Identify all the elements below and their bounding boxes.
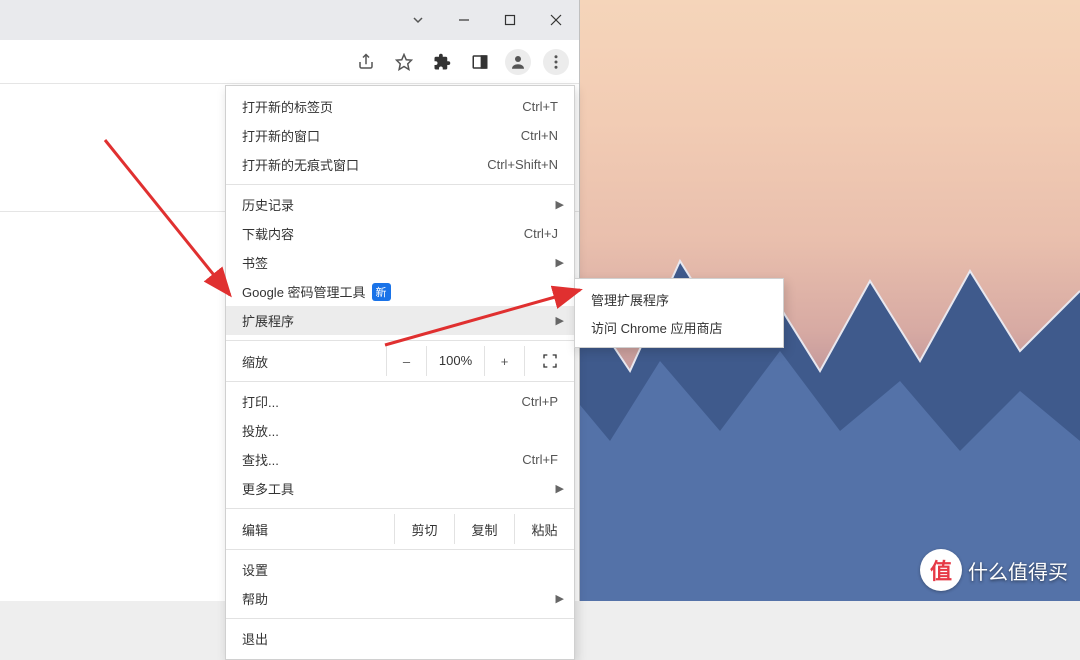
menu-help[interactable]: 帮助 ▶: [226, 584, 574, 613]
menu-new-tab[interactable]: 打开新的标签页 Ctrl+T: [226, 92, 574, 121]
menu-label: 帮助: [242, 589, 268, 608]
fullscreen-button[interactable]: [524, 346, 574, 376]
menu-bookmarks[interactable]: 书签 ▶: [226, 248, 574, 277]
edit-copy-button[interactable]: 复制: [454, 514, 514, 544]
new-badge: 新: [372, 283, 391, 301]
menu-label: Google 密码管理工具: [242, 282, 366, 301]
submenu-manage-extensions[interactable]: 管理扩展程序: [575, 285, 783, 313]
menu-separator: [226, 184, 574, 185]
menu-new-window[interactable]: 打开新的窗口 Ctrl+N: [226, 121, 574, 150]
menu-label: 缩放: [242, 352, 268, 371]
share-icon[interactable]: [353, 49, 379, 75]
smzdm-watermark: 值 什么值得买: [920, 549, 1068, 591]
chevron-right-icon: ▶: [556, 482, 564, 495]
extensions-icon[interactable]: [429, 49, 455, 75]
menu-shortcut: Ctrl+T: [522, 99, 558, 114]
edit-paste-button[interactable]: 粘贴: [514, 514, 574, 544]
zoom-out-button[interactable]: –: [386, 346, 426, 376]
menu-separator: [226, 381, 574, 382]
window-dropdown-icon[interactable]: [395, 0, 441, 40]
menu-passwords[interactable]: Google 密码管理工具 新: [226, 277, 574, 306]
menu-cast[interactable]: 投放...: [226, 416, 574, 445]
menu-history[interactable]: 历史记录 ▶: [226, 190, 574, 219]
menu-label: 退出: [242, 629, 268, 648]
edit-cut-button[interactable]: 剪切: [394, 514, 454, 544]
menu-edit-row: 编辑 剪切 复制 粘贴: [226, 514, 574, 544]
menu-separator: [226, 508, 574, 509]
window-close-button[interactable]: [533, 0, 579, 40]
menu-exit[interactable]: 退出: [226, 624, 574, 653]
menu-incognito[interactable]: 打开新的无痕式窗口 Ctrl+Shift+N: [226, 150, 574, 179]
menu-zoom: 缩放 – 100% +: [226, 346, 574, 376]
window-maximize-button[interactable]: [487, 0, 533, 40]
menu-label: 编辑: [242, 520, 268, 539]
star-icon[interactable]: [391, 49, 417, 75]
menu-extensions[interactable]: 扩展程序 ▶: [226, 306, 574, 335]
chevron-right-icon: ▶: [556, 198, 564, 211]
watermark-text: 什么值得买: [968, 556, 1068, 585]
menu-print[interactable]: 打印... Ctrl+P: [226, 387, 574, 416]
chrome-main-menu: 打开新的标签页 Ctrl+T 打开新的窗口 Ctrl+N 打开新的无痕式窗口 C…: [225, 85, 575, 660]
menu-shortcut: Ctrl+P: [522, 394, 558, 409]
chevron-right-icon: ▶: [556, 592, 564, 605]
chevron-right-icon: ▶: [556, 314, 564, 327]
menu-label: 访问 Chrome 应用商店: [591, 318, 722, 337]
window-titlebar: [0, 0, 579, 40]
menu-label: 查找...: [242, 450, 279, 469]
menu-label: 打印...: [242, 392, 279, 411]
menu-downloads[interactable]: 下载内容 Ctrl+J: [226, 219, 574, 248]
more-menu-icon[interactable]: [543, 49, 569, 75]
menu-label: 下载内容: [242, 224, 294, 243]
menu-label: 扩展程序: [242, 311, 294, 330]
menu-label: 打开新的窗口: [242, 126, 320, 145]
window-minimize-button[interactable]: [441, 0, 487, 40]
menu-label: 管理扩展程序: [591, 290, 669, 309]
profile-icon[interactable]: [505, 49, 531, 75]
menu-shortcut: Ctrl+Shift+N: [487, 157, 558, 172]
menu-label: 书签: [242, 253, 268, 272]
menu-label: 历史记录: [242, 195, 294, 214]
menu-settings[interactable]: 设置: [226, 555, 574, 584]
watermark-logo: 值: [920, 549, 962, 591]
chevron-right-icon: ▶: [556, 256, 564, 269]
menu-find[interactable]: 查找... Ctrl+F: [226, 445, 574, 474]
submenu-chrome-webstore[interactable]: 访问 Chrome 应用商店: [575, 313, 783, 341]
menu-label: 更多工具: [242, 479, 294, 498]
sidepanel-icon[interactable]: [467, 49, 493, 75]
menu-label: 打开新的标签页: [242, 97, 333, 116]
menu-separator: [226, 549, 574, 550]
menu-shortcut: Ctrl+J: [524, 226, 558, 241]
menu-label: 打开新的无痕式窗口: [242, 155, 359, 174]
menu-more-tools[interactable]: 更多工具 ▶: [226, 474, 574, 503]
menu-separator: [226, 618, 574, 619]
menu-label: 投放...: [242, 421, 279, 440]
menu-shortcut: Ctrl+F: [522, 452, 558, 467]
extensions-submenu: 管理扩展程序 访问 Chrome 应用商店: [574, 278, 784, 348]
zoom-value: 100%: [426, 346, 484, 376]
menu-shortcut: Ctrl+N: [521, 128, 558, 143]
browser-toolbar: [0, 40, 579, 84]
zoom-in-button[interactable]: +: [484, 346, 524, 376]
menu-separator: [226, 340, 574, 341]
menu-label: 设置: [242, 560, 268, 579]
